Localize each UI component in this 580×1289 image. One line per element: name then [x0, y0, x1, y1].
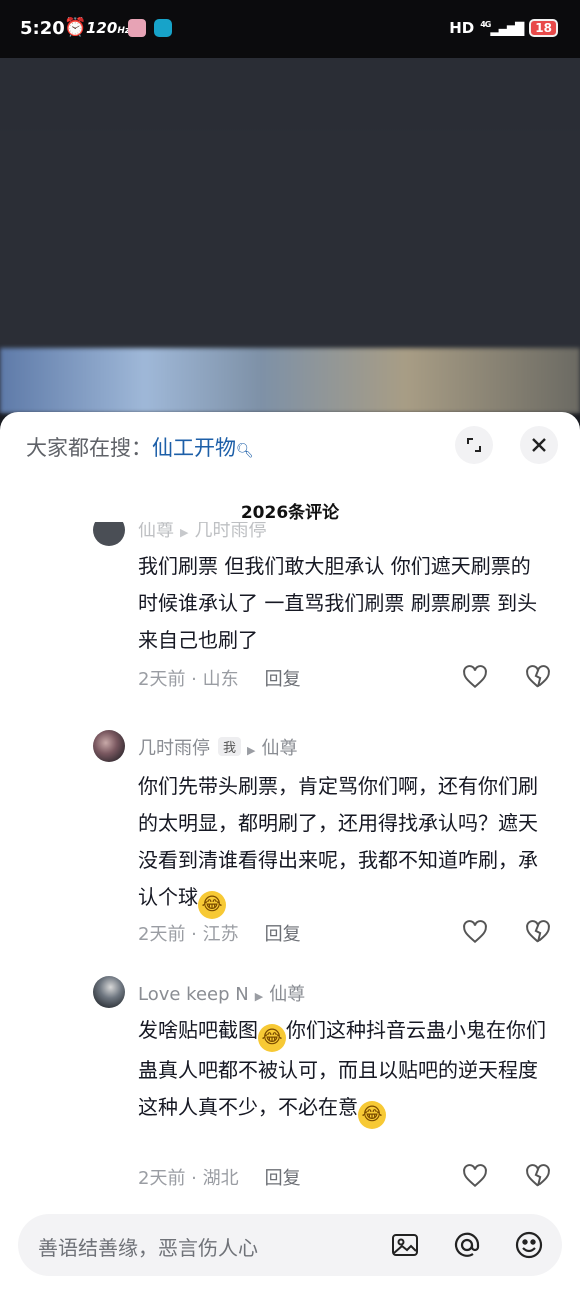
image-icon[interactable] [390, 1230, 420, 1260]
broken-heart-icon[interactable] [525, 664, 551, 690]
comment-list[interactable]: 仙尊 ▶ 几时雨停 我们刷票 但我们敢大胆承认 你们遮天刷票的时候谁承认了 一直骂我… [0, 522, 580, 1212]
comment-author-line: Love keep N ▶ 仙尊 [138, 980, 305, 1006]
heart-icon[interactable] [462, 1163, 488, 1189]
at-icon[interactable] [452, 1230, 482, 1260]
comment-input[interactable]: 善语结善缘，恶言伤人心 [38, 1232, 258, 1261]
refresh-rate: 120Hz [86, 19, 131, 37]
heart-icon[interactable] [462, 664, 488, 690]
broken-heart-icon[interactable] [525, 1163, 551, 1189]
reply-button[interactable]: 回复 [265, 1168, 301, 1189]
comment-author[interactable]: 几时雨停 [138, 738, 210, 759]
laughing-crying-emoji: 😂 [258, 1024, 286, 1052]
reply-to-name[interactable]: 仙尊 [269, 984, 305, 1005]
comment-author[interactable]: Love keep N [138, 984, 249, 1005]
network-type: HD [449, 19, 475, 37]
reply-to-name[interactable]: 仙尊 [261, 738, 297, 759]
avatar[interactable] [93, 730, 125, 762]
laughing-crying-emoji: 😂 [198, 891, 226, 919]
comment-count-title: 2026条评论 [240, 503, 340, 523]
comment-footer: 2天前 · 湖北 回复 [138, 1164, 301, 1190]
trending-search-prefix: 大家都在搜： [26, 436, 152, 460]
close-button[interactable] [520, 426, 558, 464]
comment-sheet: 大家都在搜：仙工开物🔍︎ 2026条评论 仙尊 ▶ 几时雨停 我们刷票 但我们敢大胆… [0, 412, 580, 1289]
avatar[interactable] [93, 976, 125, 1008]
close-icon [532, 438, 546, 452]
reply-arrow-icon: ▶ [180, 526, 189, 539]
reply-arrow-icon: ▶ [254, 990, 264, 1003]
broken-heart-icon[interactable] [525, 919, 551, 945]
search-icon: 🔍︎ [236, 443, 254, 459]
video-player[interactable] [0, 58, 580, 413]
me-badge: 我 [218, 737, 242, 756]
reply-arrow-icon: ▶ [247, 744, 256, 757]
expand-button[interactable] [455, 426, 493, 464]
video-frame-strip [0, 348, 580, 413]
comment-author-line: 仙尊 ▶ 几时雨停 [138, 522, 266, 542]
comment-time-location: 2天前 · 湖北 [138, 1168, 239, 1189]
comment-author-line: 几时雨停我 ▶ 仙尊 [138, 734, 297, 760]
reply-button[interactable]: 回复 [265, 669, 301, 690]
expand-icon [467, 438, 481, 452]
browser-notification-icon [154, 19, 172, 37]
signal-icon: 4G▂▄▆█ [480, 20, 524, 36]
clock: 5:20 [20, 18, 65, 39]
reply-button[interactable]: 回复 [265, 924, 301, 945]
laughing-crying-emoji: 😂 [358, 1101, 386, 1129]
comment-footer: 2天前 · 江苏 回复 [138, 920, 301, 946]
comment-text: 发啥贴吧截图 😂 你们这种抖音云蛊小鬼在你们蛊真人吧都不被认可，而且以贴吧的逆天程度… [138, 1012, 550, 1129]
alarm-icon: ⏰ [64, 17, 87, 38]
comment-text: 你们先带头刷票，肯定骂你们啊，还有你们刷的太明显，都明刷了，还用得找承认吗？遮天… [138, 768, 550, 919]
heart-icon[interactable] [462, 919, 488, 945]
comment-time-location: 2天前 · 江苏 [138, 924, 239, 945]
avatar[interactable] [93, 522, 125, 546]
trending-search-keyword[interactable]: 仙工开物 [152, 436, 236, 460]
status-indicators: HD 4G▂▄▆█ 18 [449, 19, 558, 37]
reply-to-name[interactable]: 几时雨停 [194, 522, 266, 541]
battery-icon: 18 [529, 19, 558, 37]
comment-input-bar[interactable]: 善语结善缘，恶言伤人心 [18, 1214, 562, 1276]
trending-search[interactable]: 大家都在搜：仙工开物🔍︎ [26, 432, 254, 462]
comment-time-location: 2天前 · 山东 [138, 669, 239, 690]
comment-author[interactable]: 仙尊 [138, 522, 174, 541]
app-notification-icon [128, 19, 146, 37]
status-bar: 5:20 ⏰ 120Hz HD 4G▂▄▆█ 18 [0, 0, 580, 58]
comment-text: 我们刷票 但我们敢大胆承认 你们遮天刷票的时候谁承认了 一直骂我们刷票 刷票刷票… [138, 554, 538, 652]
smiley-icon[interactable] [514, 1230, 544, 1260]
comment-footer: 2天前 · 山东 回复 [138, 665, 301, 691]
